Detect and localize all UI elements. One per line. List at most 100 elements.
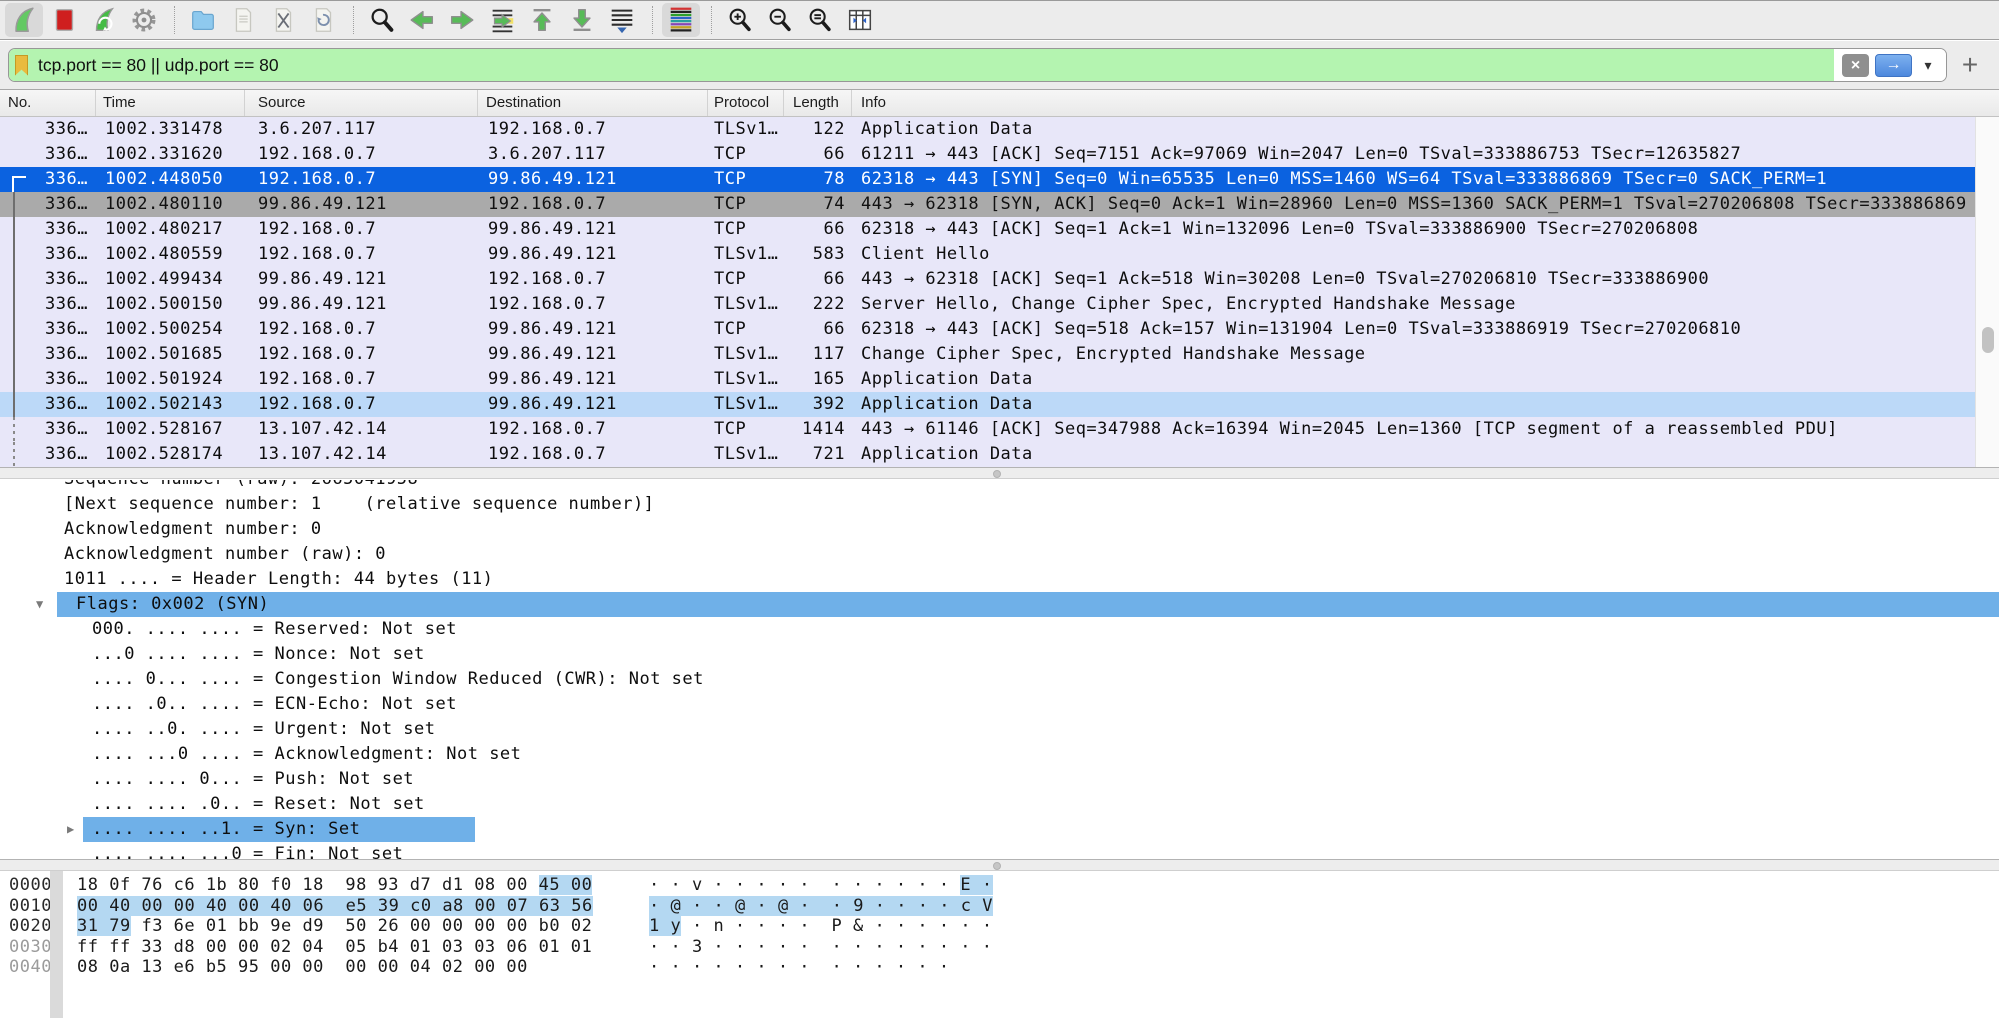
packet-row[interactable]: 336…1002.502143192.168.0.799.86.49.121TL… bbox=[0, 392, 1975, 417]
go-forward-button[interactable] bbox=[443, 3, 481, 37]
magnifier-icon bbox=[367, 5, 397, 35]
detail-row[interactable]: ▼Flags: 0x002 (SYN) bbox=[0, 592, 1999, 617]
hex-bytes[interactable]: 00 40 00 00 40 00 40 06 e5 39 c0 a8 00 0… bbox=[77, 896, 649, 917]
zoom-in-button[interactable] bbox=[721, 3, 759, 37]
go-to-packet-button[interactable] bbox=[483, 3, 521, 37]
detail-row[interactable]: .... .... ...0 = Fin: Not set bbox=[0, 842, 1999, 859]
clear-filter-button[interactable]: × bbox=[1842, 54, 1869, 77]
save-file-button[interactable] bbox=[224, 3, 262, 37]
pane-splitter[interactable] bbox=[0, 467, 1999, 479]
hex-ascii[interactable]: 1 y · n · · · · P & · · · · · · bbox=[649, 916, 993, 937]
hex-ascii[interactable]: · · · · · · · · · · · · · · bbox=[649, 957, 950, 978]
hex-row[interactable]: 002031 79 f3 6e 01 bb 9e d9 50 26 00 00 … bbox=[0, 916, 1999, 937]
packet-row[interactable]: 336…1002.448050192.168.0.799.86.49.121TC… bbox=[0, 167, 1975, 192]
column-header-no[interactable]: No. bbox=[0, 90, 96, 116]
hex-ascii[interactable]: · @ · · @ · @ · · 9 · · · · c V bbox=[649, 896, 993, 917]
hex-ascii[interactable]: · · 3 · · · · · · · · · · · · · bbox=[649, 937, 993, 958]
cell-info: Client Hello bbox=[852, 242, 1975, 267]
restart-capture-button[interactable] bbox=[85, 3, 123, 37]
detail-row[interactable]: [Next sequence number: 1 (relative seque… bbox=[0, 492, 1999, 517]
hex-bytes[interactable]: 18 0f 76 c6 1b 80 f0 18 98 93 d7 d1 08 0… bbox=[77, 875, 649, 896]
hex-bytes[interactable]: ff ff 33 d8 00 00 02 04 05 b4 01 03 03 0… bbox=[77, 937, 649, 958]
packet-row[interactable]: 336…1002.52816713.107.42.14192.168.0.7TC… bbox=[0, 417, 1975, 442]
detail-row[interactable]: .... .... .0.. = Reset: Not set bbox=[0, 792, 1999, 817]
expand-triangle-icon[interactable]: ▶ bbox=[67, 817, 75, 842]
display-filter-input[interactable]: tcp.port == 80 || udp.port == 80 × → ▾ bbox=[8, 48, 1947, 82]
start-capture-button[interactable] bbox=[5, 3, 43, 37]
hex-row[interactable]: 004008 0a 13 e6 b5 95 00 00 00 00 04 02 … bbox=[0, 957, 1999, 978]
packet-row[interactable]: 336…1002.52817413.107.42.14192.168.0.7TL… bbox=[0, 442, 1975, 467]
detail-row[interactable]: Acknowledgment number: 0 bbox=[0, 517, 1999, 542]
find-packet-button[interactable] bbox=[363, 3, 401, 37]
zoom-out-button[interactable] bbox=[761, 3, 799, 37]
column-header-length[interactable]: Length bbox=[784, 90, 852, 116]
open-file-button[interactable] bbox=[184, 3, 222, 37]
go-back-button[interactable] bbox=[403, 3, 441, 37]
detail-row[interactable]: Sequence number (raw): 2665041958 bbox=[0, 480, 1999, 492]
packet-row[interactable]: 336…1002.48011099.86.49.121192.168.0.7TC… bbox=[0, 192, 1975, 217]
restart-fin-icon bbox=[89, 5, 119, 35]
filter-toolbar: tcp.port == 80 || udp.port == 80 × → ▾ + bbox=[0, 41, 1999, 90]
filter-value[interactable]: tcp.port == 80 || udp.port == 80 bbox=[38, 55, 279, 76]
go-to-last-button[interactable] bbox=[563, 3, 601, 37]
packet-row[interactable]: 336…1002.501924192.168.0.799.86.49.121TL… bbox=[0, 367, 1975, 392]
arrow-left-icon bbox=[407, 5, 437, 35]
hex-row[interactable]: 001000 40 00 00 40 00 40 06 e5 39 c0 a8 … bbox=[0, 896, 1999, 917]
capture-options-button[interactable] bbox=[125, 3, 163, 37]
detail-row[interactable]: 000. .... .... = Reserved: Not set bbox=[0, 617, 1999, 642]
detail-row[interactable]: .... .0.. .... = ECN-Echo: Not set bbox=[0, 692, 1999, 717]
bookmark-icon[interactable] bbox=[15, 55, 28, 76]
detail-row[interactable]: .... ...0 .... = Acknowledgment: Not set bbox=[0, 742, 1999, 767]
hex-ascii[interactable]: · · v · · · · · · · · · · · E · bbox=[649, 875, 993, 896]
packet-row[interactable]: 336…1002.49943499.86.49.121192.168.0.7TC… bbox=[0, 267, 1975, 292]
pane-splitter[interactable] bbox=[0, 859, 1999, 871]
column-header-source[interactable]: Source bbox=[245, 90, 478, 116]
hex-bytes[interactable]: 31 79 f3 6e 01 bb 9e d9 50 26 00 00 00 0… bbox=[77, 916, 649, 937]
detail-row[interactable]: 1011 .... = Header Length: 44 bytes (11) bbox=[0, 567, 1999, 592]
close-file-button[interactable] bbox=[264, 3, 302, 37]
packet-row[interactable]: 336…1002.500254192.168.0.799.86.49.121TC… bbox=[0, 317, 1975, 342]
add-filter-button[interactable]: + bbox=[1953, 46, 1987, 84]
reload-file-button[interactable] bbox=[304, 3, 342, 37]
apply-filter-button[interactable]: → bbox=[1875, 54, 1912, 77]
cell-length: 1414 bbox=[784, 417, 852, 442]
hex-row[interactable]: 000018 0f 76 c6 1b 80 f0 18 98 93 d7 d1 … bbox=[0, 875, 1999, 896]
cell-time: 1002.448050 bbox=[96, 167, 245, 192]
hex-bytes[interactable]: 08 0a 13 e6 b5 95 00 00 00 00 04 02 00 0… bbox=[77, 957, 649, 978]
colorize-button[interactable] bbox=[662, 3, 700, 37]
packet-row[interactable]: 336…1002.50015099.86.49.121192.168.0.7TL… bbox=[0, 292, 1975, 317]
stop-capture-button[interactable] bbox=[45, 3, 83, 37]
detail-row[interactable]: ▶.... .... ..1. = Syn: Set bbox=[0, 817, 1999, 842]
detail-row[interactable]: Acknowledgment number (raw): 0 bbox=[0, 542, 1999, 567]
cell-info: Application Data bbox=[852, 392, 1975, 417]
column-header-info[interactable]: Info bbox=[852, 90, 1999, 116]
cell-info: 443 → 61146 [ACK] Seq=347988 Ack=16394 W… bbox=[852, 417, 1975, 442]
packet-row[interactable]: 336…1002.3314783.6.207.117192.168.0.7TLS… bbox=[0, 117, 1975, 142]
cell-destination: 99.86.49.121 bbox=[478, 367, 708, 392]
filter-dropdown-button[interactable]: ▾ bbox=[1918, 57, 1938, 74]
resize-columns-button[interactable] bbox=[841, 3, 879, 37]
hex-row[interactable]: 0030ff ff 33 d8 00 00 02 04 05 b4 01 03 … bbox=[0, 937, 1999, 958]
go-to-first-button[interactable] bbox=[523, 3, 561, 37]
scrollbar-track[interactable] bbox=[1975, 117, 1999, 467]
filter-input-area[interactable]: tcp.port == 80 || udp.port == 80 bbox=[9, 49, 1834, 81]
scrollbar-thumb[interactable] bbox=[1982, 327, 1994, 353]
cell-length: 222 bbox=[784, 292, 852, 317]
auto-scroll-button[interactable] bbox=[603, 3, 641, 37]
column-header-protocol[interactable]: Protocol bbox=[708, 90, 784, 116]
cell-length: 74 bbox=[784, 192, 852, 217]
zoom-reset-button[interactable] bbox=[801, 3, 839, 37]
column-header-destination[interactable]: Destination bbox=[478, 90, 708, 116]
packet-row[interactable]: 336…1002.501685192.168.0.799.86.49.121TL… bbox=[0, 342, 1975, 367]
detail-row[interactable]: .... ..0. .... = Urgent: Not set bbox=[0, 717, 1999, 742]
detail-row[interactable]: .... .... 0... = Push: Not set bbox=[0, 767, 1999, 792]
packet-row[interactable]: 336…1002.480217192.168.0.799.86.49.121TC… bbox=[0, 217, 1975, 242]
packet-row[interactable]: 336…1002.331620192.168.0.73.6.207.117TCP… bbox=[0, 142, 1975, 167]
detail-row[interactable]: .... 0... .... = Congestion Window Reduc… bbox=[0, 667, 1999, 692]
packet-row[interactable]: 336…1002.480559192.168.0.799.86.49.121TL… bbox=[0, 242, 1975, 267]
cell-source: 192.168.0.7 bbox=[245, 167, 478, 192]
detail-row[interactable]: ...0 .... .... = Nonce: Not set bbox=[0, 642, 1999, 667]
collapse-triangle-icon[interactable]: ▼ bbox=[36, 592, 44, 617]
cell-protocol: TLSv1… bbox=[708, 392, 784, 417]
column-header-time[interactable]: Time bbox=[96, 90, 245, 116]
